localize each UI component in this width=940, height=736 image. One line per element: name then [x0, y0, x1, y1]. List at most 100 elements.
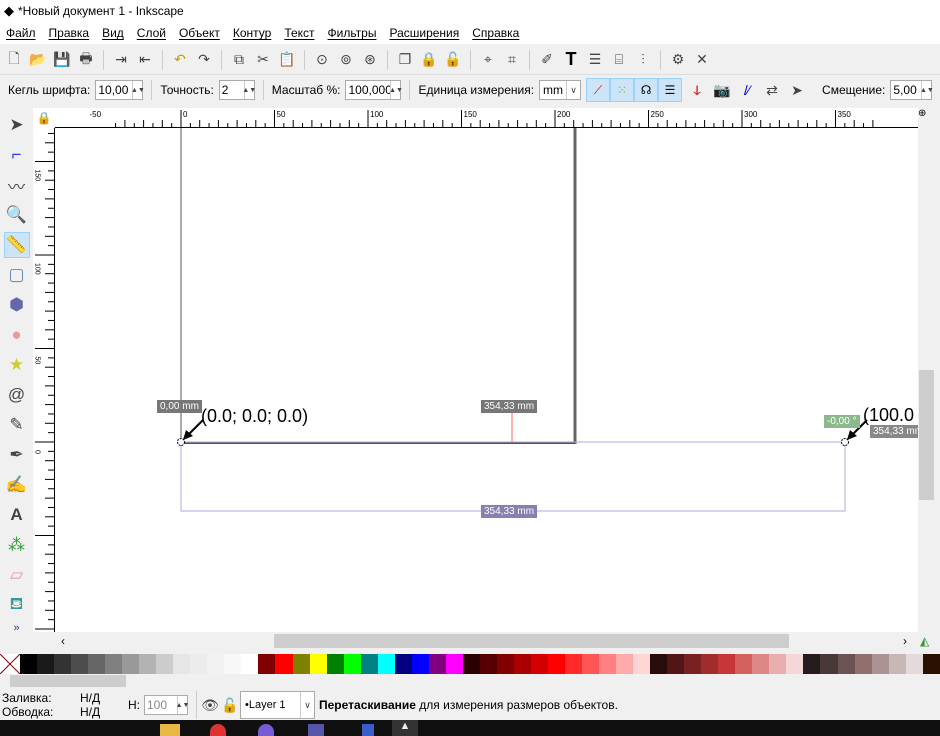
- color-swatch[interactable]: [54, 654, 72, 674]
- menu-1[interactable]: Правка: [49, 26, 90, 40]
- color-swatch[interactable]: [701, 654, 719, 674]
- color-swatch[interactable]: [871, 654, 889, 674]
- file-explorer-icon[interactable]: [160, 724, 180, 736]
- color-swatch[interactable]: [905, 654, 923, 674]
- color-swatch[interactable]: [735, 654, 753, 674]
- color-swatch[interactable]: [360, 654, 378, 674]
- show-intermediate-icon[interactable]: ⁙: [610, 78, 635, 102]
- spray-tool-icon[interactable]: ⁂: [4, 532, 30, 558]
- offset-spinner[interactable]: ▲▼: [890, 80, 934, 100]
- menu-9[interactable]: Справка: [472, 26, 519, 40]
- color-swatch[interactable]: [122, 654, 140, 674]
- layers-icon[interactable]: ☰: [585, 50, 605, 70]
- font-size-spinner[interactable]: ▲▼: [95, 80, 145, 100]
- app-icon-2[interactable]: [362, 724, 374, 736]
- selector-tool-icon[interactable]: ➤: [4, 112, 30, 138]
- color-swatch[interactable]: [343, 654, 361, 674]
- export-icon[interactable]: ⇤: [135, 50, 155, 70]
- layer-visibility-eye-icon[interactable]: 👁: [200, 695, 220, 715]
- color-swatch[interactable]: [258, 654, 276, 674]
- to-guides-icon[interactable]: 📷: [712, 80, 732, 100]
- chrome-icon[interactable]: [210, 724, 226, 736]
- menu-6[interactable]: Текст: [284, 26, 314, 40]
- color-swatch[interactable]: [633, 654, 651, 674]
- color-swatch[interactable]: [565, 654, 583, 674]
- horizontal-ruler[interactable]: -50 0 50 100 150 200 250 300 350: [55, 108, 918, 128]
- pen-tool-icon[interactable]: ✒: [4, 442, 30, 468]
- menu-3[interactable]: Слой: [137, 26, 166, 40]
- inkscape-taskbar-icon[interactable]: ▲: [392, 720, 418, 736]
- color-swatch[interactable]: [462, 654, 480, 674]
- viber-icon[interactable]: [258, 724, 274, 736]
- open-icon[interactable]: 📂: [28, 50, 48, 70]
- horizontal-scroll-thumb[interactable]: [274, 634, 789, 648]
- menu-5[interactable]: Контур: [233, 26, 271, 40]
- color-swatch[interactable]: [241, 654, 259, 674]
- color-swatch[interactable]: [820, 654, 838, 674]
- color-swatch[interactable]: [411, 654, 429, 674]
- fill-value[interactable]: Н/Д: [80, 691, 120, 705]
- precision-spinner[interactable]: ▲▼: [218, 80, 256, 100]
- distribute-icon[interactable]: ⌗: [502, 50, 522, 70]
- opacity-spinner[interactable]: ▲▼: [144, 695, 189, 715]
- zoom-1-1-icon[interactable]: ⊕: [918, 108, 926, 119]
- zoom-selection-icon[interactable]: ⊙: [312, 50, 332, 70]
- layer-select[interactable]: •Layer 1 ∨: [240, 691, 315, 719]
- group-icon[interactable]: ❐: [395, 50, 415, 70]
- scroll-left-icon[interactable]: ‹: [61, 634, 65, 648]
- color-swatch[interactable]: [599, 654, 617, 674]
- undo-icon[interactable]: ↶: [170, 50, 190, 70]
- color-swatch[interactable]: [275, 654, 293, 674]
- text-icon[interactable]: T: [561, 49, 581, 70]
- menu-7[interactable]: Фильтры: [328, 26, 377, 40]
- color-swatch[interactable]: [190, 654, 208, 674]
- import-icon[interactable]: ⇥: [111, 50, 131, 70]
- node-tool-icon[interactable]: ⌐: [4, 142, 30, 168]
- lock-icon[interactable]: 🔒: [419, 50, 439, 70]
- align-and-distribute-icon[interactable]: ⫶: [633, 50, 653, 70]
- preferences-icon[interactable]: ⚙: [668, 50, 688, 70]
- offset-input[interactable]: [891, 83, 922, 97]
- paste-icon[interactable]: 📋: [277, 50, 297, 70]
- ignore-first-last-icon[interactable]: ⟋: [586, 78, 611, 102]
- color-swatch[interactable]: [888, 654, 906, 674]
- color-swatch[interactable]: [37, 654, 55, 674]
- rectangle-tool-icon[interactable]: ▢: [4, 262, 30, 288]
- vertical-scroll-thumb[interactable]: [919, 370, 934, 500]
- palette-scrollbar[interactable]: [0, 674, 940, 688]
- color-swatch[interactable]: [854, 654, 872, 674]
- measure-tool-icon[interactable]: 📏: [3, 232, 30, 258]
- scroll-right-icon[interactable]: ›: [903, 634, 907, 648]
- vertical-ruler[interactable]: 150 100 50 0: [33, 128, 55, 632]
- duplicate-icon[interactable]: ⧉: [229, 50, 249, 70]
- print-icon[interactable]: 🖶: [76, 50, 96, 70]
- color-swatch[interactable]: [20, 654, 38, 674]
- pen-edit-icon[interactable]: ✐: [537, 50, 557, 70]
- reverse-measure-icon[interactable]: ↆ: [687, 80, 707, 100]
- spiral-tool-icon[interactable]: @: [4, 382, 30, 408]
- color-swatch[interactable]: [326, 654, 344, 674]
- color-swatch[interactable]: [156, 654, 174, 674]
- xml-editor-icon[interactable]: ⌸: [609, 50, 629, 70]
- align-icon[interactable]: ⌖: [478, 50, 498, 70]
- scale-spinner[interactable]: ▲▼: [345, 80, 403, 100]
- color-swatch[interactable]: [513, 654, 531, 674]
- color-swatch[interactable]: [616, 654, 634, 674]
- color-swatch[interactable]: [394, 654, 412, 674]
- color-swatch[interactable]: [445, 654, 463, 674]
- color-swatch[interactable]: [837, 654, 855, 674]
- pencil-tool-icon[interactable]: ✎: [4, 412, 30, 438]
- vertical-scrollbar[interactable]: ⊕: [918, 108, 935, 632]
- color-swatch[interactable]: [479, 654, 497, 674]
- menu-2[interactable]: Вид: [102, 26, 124, 40]
- ellipse-tool-icon[interactable]: ●: [4, 322, 30, 348]
- star-tool-icon[interactable]: ★: [4, 352, 30, 378]
- color-swatch[interactable]: [803, 654, 821, 674]
- menu-8[interactable]: Расширения: [389, 26, 459, 40]
- color-swatch[interactable]: [428, 654, 446, 674]
- color-swatch[interactable]: [530, 654, 548, 674]
- color-swatch[interactable]: [224, 654, 242, 674]
- zoom-tool-icon[interactable]: 🔍: [4, 202, 30, 228]
- color-swatch[interactable]: [377, 654, 395, 674]
- color-swatch[interactable]: [88, 654, 106, 674]
